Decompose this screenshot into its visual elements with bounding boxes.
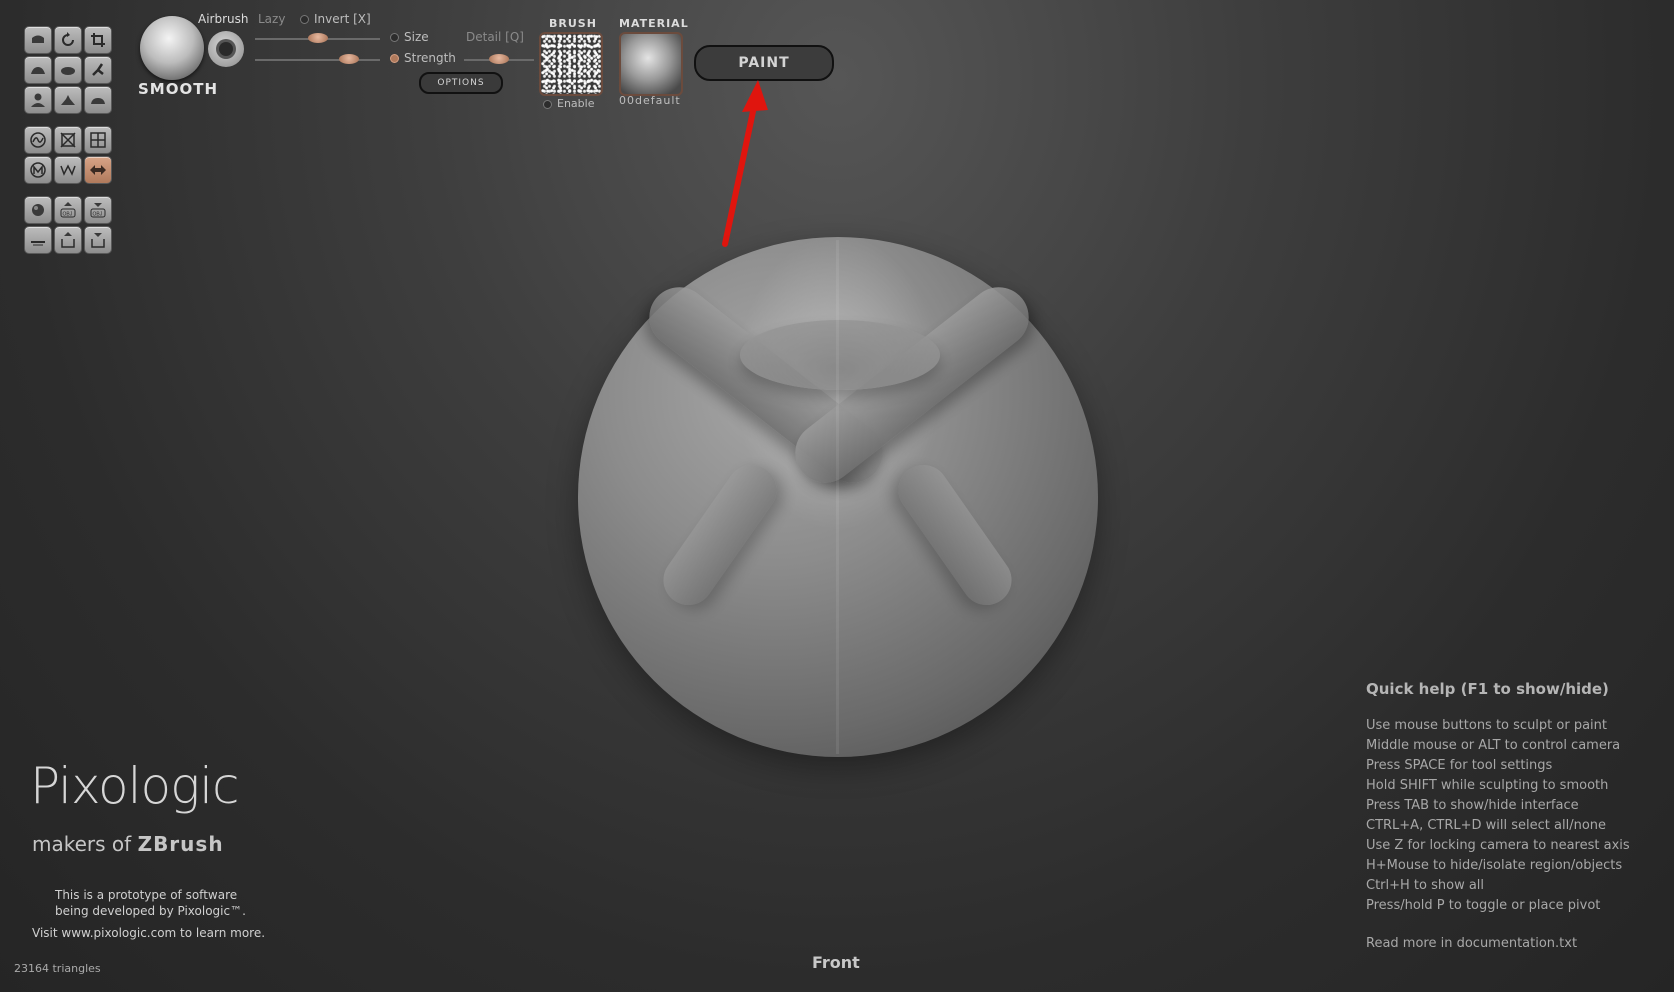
grid-icon[interactable] xyxy=(84,126,112,154)
enable-toggle[interactable]: Enable xyxy=(543,97,594,110)
prototype-line-1: This is a prototype of software xyxy=(55,888,238,902)
red-arrow-annotation xyxy=(722,80,768,247)
quick-help-panel: Quick help (F1 to show/hide) Use mouse b… xyxy=(1366,680,1630,954)
stroke-type-icon[interactable] xyxy=(208,31,244,67)
strength-slider-knob[interactable] xyxy=(338,54,359,64)
prototype-line-2: being developed by Pixologic™. xyxy=(55,904,246,918)
strength-label: Strength xyxy=(404,51,456,65)
quick-help-line: Hold SHIFT while sculpting to smooth xyxy=(1366,778,1609,793)
export-obj-icon[interactable]: OBJ xyxy=(84,196,112,224)
inflate-brush-icon[interactable] xyxy=(24,56,52,84)
prototype-note: This is a prototype of software being de… xyxy=(55,887,246,919)
brush-header: BRUSH xyxy=(549,17,597,30)
brush-name: SMOOTH xyxy=(138,80,219,98)
size-dot-icon xyxy=(390,33,399,42)
pixologic-logo: Pixologic xyxy=(30,757,239,815)
size-label: Size xyxy=(404,30,429,44)
pinch-brush-icon[interactable] xyxy=(54,86,82,114)
strength-slider-track[interactable] xyxy=(255,59,380,61)
tool-palette-group-2 xyxy=(24,126,112,184)
detail-label[interactable]: Detail [Q] xyxy=(466,30,524,44)
quick-help-line: Press TAB to show/hide interface xyxy=(1366,798,1579,813)
tool-palette-group-3: OBJ OBJ xyxy=(24,196,112,254)
sculpt-crater xyxy=(740,320,940,390)
lazy-toggle[interactable]: Lazy xyxy=(258,12,285,26)
snakehook-icon[interactable] xyxy=(84,56,112,84)
prototype-line-3: Visit www.pixologic.com to learn more. xyxy=(32,926,266,940)
zbrush-wordmark: ZBrush xyxy=(137,832,224,856)
quick-help-line: Use Z for locking camera to nearest axis xyxy=(1366,838,1630,853)
strength-dot-icon xyxy=(390,54,399,63)
enable-dot-icon xyxy=(543,99,552,109)
svg-text:OBJ: OBJ xyxy=(63,212,73,218)
options-button[interactable]: OPTIONS xyxy=(419,72,503,94)
material-header: MATERIAL xyxy=(619,17,689,30)
material-name: 00default xyxy=(619,94,681,107)
quick-help-title: Quick help (F1 to show/hide) xyxy=(1366,680,1609,698)
curve-icon[interactable] xyxy=(24,126,52,154)
quick-help-line: Use mouse buttons to sculpt or paint xyxy=(1366,718,1607,733)
quick-help-line: Press SPACE for tool settings xyxy=(1366,758,1553,773)
airbrush-toggle[interactable]: Airbrush xyxy=(198,12,249,26)
smooth-brush-icon[interactable] xyxy=(54,56,82,84)
floor-icon[interactable] xyxy=(24,226,52,254)
crossed-box-icon[interactable] xyxy=(54,126,82,154)
brush-preview[interactable] xyxy=(140,16,204,80)
mask-icon[interactable] xyxy=(24,156,52,184)
crop-icon[interactable] xyxy=(84,26,112,54)
quick-help-line: Ctrl+H to show all xyxy=(1366,878,1485,893)
save-icon[interactable] xyxy=(54,226,82,254)
size-toggle[interactable]: Size xyxy=(390,30,429,44)
flatten-brush-icon[interactable] xyxy=(84,86,112,114)
quick-help-footer[interactable]: Read more in documentation.txt xyxy=(1366,934,1630,954)
invert-dot-icon xyxy=(300,15,309,24)
quick-help-list: Use mouse buttons to sculpt or paint Mid… xyxy=(1366,716,1630,916)
enable-label: Enable xyxy=(557,97,595,110)
sphere-icon[interactable] xyxy=(24,196,52,224)
quick-help-line: Middle mouse or ALT to control camera xyxy=(1366,738,1621,753)
logo-tagline: makers of ZBrush xyxy=(32,832,224,856)
invert-label: Invert [X] xyxy=(314,12,371,26)
view-label: Front xyxy=(812,953,860,972)
load-icon[interactable] xyxy=(84,226,112,254)
quick-help-line: Press/hold P to toggle or place pivot xyxy=(1366,898,1601,913)
tagline-prefix: makers of xyxy=(32,832,132,856)
zigzag-icon[interactable] xyxy=(54,156,82,184)
symmetry-seam xyxy=(836,240,839,754)
person-icon[interactable] xyxy=(24,86,52,114)
quick-help-line: CTRL+A, CTRL+D will select all/none xyxy=(1366,818,1607,833)
strength-toggle[interactable]: Strength xyxy=(390,51,456,65)
tool-palette-group-1 xyxy=(24,26,112,114)
clay-brush-icon[interactable] xyxy=(24,26,52,54)
material-swatch[interactable] xyxy=(619,32,683,96)
brush-alpha-swatch[interactable] xyxy=(539,32,603,96)
quick-help-line: H+Mouse to hide/isolate region/objects xyxy=(1366,858,1623,873)
rotate-icon[interactable] xyxy=(54,26,82,54)
detail-slider-knob[interactable] xyxy=(489,54,509,64)
size-slider-knob[interactable] xyxy=(307,33,328,43)
svg-text:OBJ: OBJ xyxy=(93,212,103,218)
symmetry-icon[interactable] xyxy=(84,156,112,184)
invert-toggle[interactable]: Invert [X] xyxy=(300,12,371,26)
triangle-count: 23164 triangles xyxy=(14,962,101,975)
import-obj-icon[interactable]: OBJ xyxy=(54,196,82,224)
